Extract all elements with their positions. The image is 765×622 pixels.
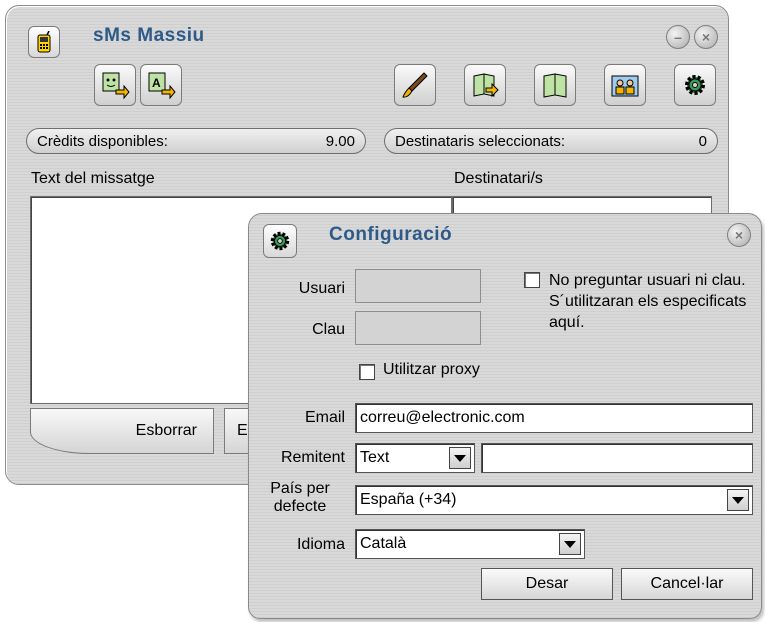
language-value: Català [360, 535, 407, 552]
country-select[interactable]: España (+34) [355, 485, 753, 515]
recipients-label: Destinataris seleccionats: [395, 132, 566, 150]
close-button[interactable]: × [694, 25, 718, 49]
contacts-group-button[interactable] [604, 64, 646, 106]
user-input[interactable] [355, 269, 481, 303]
minimize-button[interactable]: – [666, 25, 690, 49]
message-import-button[interactable] [94, 64, 136, 106]
config-dialog: Configuració × Usuari Clau No preguntar … [248, 213, 762, 619]
sender-label: Remitent [280, 449, 345, 466]
brush-button[interactable] [394, 64, 436, 106]
credits-display: Crèdits disponibles: 9.00 [26, 128, 366, 154]
recipients-list-label: Destinatari/s [454, 170, 543, 187]
credits-label: Crèdits disponibles: [37, 132, 168, 150]
cancel-button[interactable]: Cancel·lar [621, 568, 753, 600]
no-ask-checkbox[interactable] [524, 272, 540, 288]
country-value: España (+34) [360, 491, 457, 508]
chevron-down-icon[interactable] [727, 489, 749, 511]
proxy-checkbox[interactable] [359, 364, 375, 380]
recipients-value: 0 [698, 132, 707, 150]
dialog-close-button[interactable]: × [727, 223, 751, 247]
email-label: Email [304, 409, 345, 426]
language-select[interactable]: Català [355, 529, 585, 559]
user-label: Usuari [298, 280, 345, 297]
email-input[interactable]: correu@electronic.com [355, 403, 753, 433]
contacts-group-icon [611, 75, 639, 97]
proxy-label: Utilitzar proxy [383, 361, 480, 378]
chevron-down-icon[interactable] [449, 447, 471, 469]
text-import-button[interactable]: A [140, 64, 182, 106]
sender-type-value: Text [360, 449, 390, 466]
address-book-import-button[interactable] [464, 64, 506, 106]
message-import-icon [102, 72, 130, 100]
svg-text:A: A [152, 76, 161, 90]
password-input[interactable] [355, 311, 481, 345]
country-label: País per defecte [270, 480, 330, 515]
settings-button[interactable] [674, 64, 716, 106]
text-import-icon: A [148, 72, 176, 100]
credits-value: 9.00 [325, 132, 355, 150]
brush-icon [402, 72, 428, 98]
dialog-settings-icon [263, 224, 297, 258]
dialog-title: Configuració [329, 224, 453, 245]
clear-button[interactable]: Esborrar [30, 408, 214, 454]
address-book-import-icon [473, 73, 499, 98]
address-book-icon [543, 73, 567, 98]
language-label: Idioma [296, 536, 345, 553]
no-ask-label: No preguntar usuari ni clau. S´utilitzar… [549, 272, 747, 331]
mobile-phone-icon[interactable] [28, 26, 60, 58]
settings-gear-icon [685, 75, 705, 95]
message-label: Text del missatge [31, 170, 155, 187]
recipients-display: Destinataris seleccionats: 0 [384, 128, 718, 154]
save-button[interactable]: Desar [481, 568, 613, 600]
password-label: Clau [312, 321, 345, 338]
app-title: sMs Massiu [93, 25, 205, 46]
main-titlebar[interactable]: sMs Massiu – × [6, 6, 728, 58]
chevron-down-icon[interactable] [559, 533, 581, 555]
sender-input[interactable] [481, 443, 753, 473]
address-book-button[interactable] [534, 64, 576, 106]
